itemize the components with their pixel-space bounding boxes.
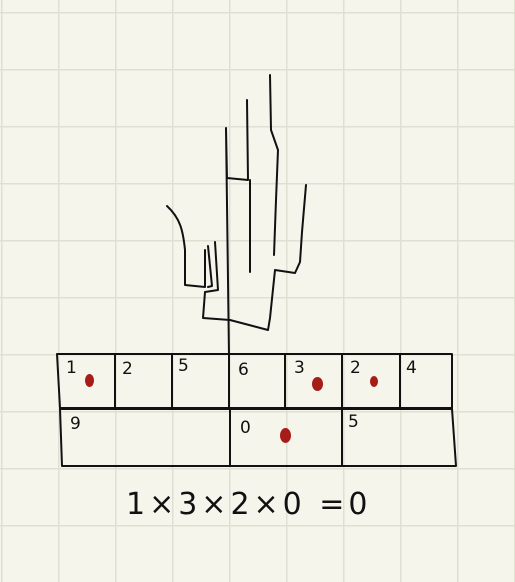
product-equation: 1×3×2×0 =0 <box>126 487 372 522</box>
hand-outline-palm <box>202 184 307 331</box>
marker-dot-cell-1 <box>85 374 94 387</box>
hand-outline-ring-finger <box>269 74 279 256</box>
top-cell-digit: 1 <box>66 358 77 378</box>
top-cell-digit: 4 <box>406 358 417 378</box>
top-cell-digit: 5 <box>178 356 189 376</box>
bottom-cell-digit: 5 <box>348 412 359 432</box>
marker-dot-cell-0 <box>280 428 291 443</box>
top-row-boxes <box>56 353 453 409</box>
top-cell-digit: 3 <box>294 358 305 378</box>
hand-outline-middle-finger <box>225 99 251 357</box>
bottom-row-boxes <box>59 408 457 467</box>
bottom-cell-digit: 9 <box>70 414 81 434</box>
top-cell-digit: 2 <box>350 358 361 378</box>
hand-outline-index-finger <box>166 205 213 288</box>
bottom-cell-digit: 0 <box>240 418 251 438</box>
top-cell-digit: 2 <box>122 359 133 379</box>
top-cell-digit: 6 <box>238 360 249 380</box>
marker-dot-cell-3 <box>312 377 323 391</box>
marker-dot-cell-2 <box>370 376 378 387</box>
